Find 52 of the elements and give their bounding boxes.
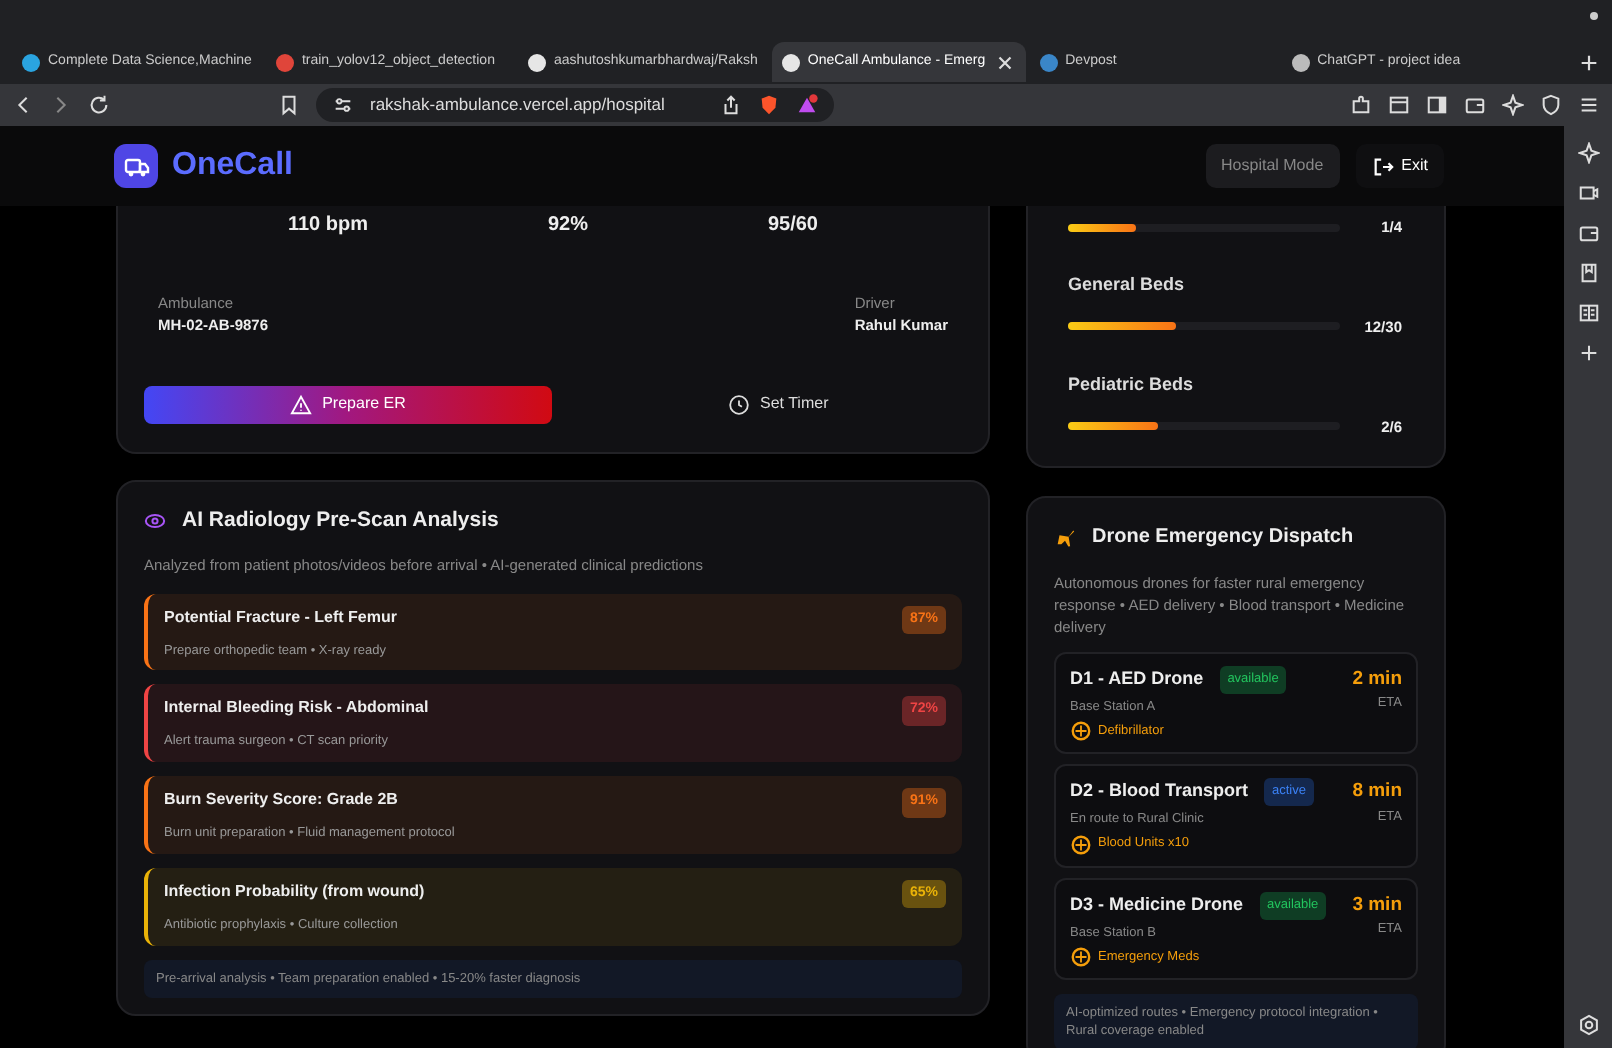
set-timer-button[interactable]: Set Timer xyxy=(716,390,841,418)
puzzle-icon[interactable] xyxy=(1350,94,1372,116)
prepare-er-button[interactable]: Prepare ER xyxy=(144,385,552,423)
clock-icon xyxy=(728,393,750,415)
eta-value: 8 min xyxy=(1352,778,1402,807)
exit-icon xyxy=(1371,155,1394,177)
eye-icon xyxy=(144,509,166,532)
bookmark-icon[interactable] xyxy=(278,94,300,116)
bed-type-label: General Beds xyxy=(1068,272,1187,299)
eta-value: 2 min xyxy=(1352,665,1402,694)
vital-value: 92% xyxy=(547,212,588,240)
triangle-badge-icon[interactable] xyxy=(795,94,817,116)
address-bar[interactable]: rakshak-ambulance.vercel.app/hospital xyxy=(316,88,833,122)
finding-title: Burn Severity Score: Grade 2B xyxy=(164,788,400,812)
add-icon[interactable] xyxy=(1577,342,1599,364)
reload-icon[interactable] xyxy=(88,94,110,116)
menu-icon[interactable] xyxy=(1578,94,1600,116)
drone-name: D3 - Medicine Drone xyxy=(1070,891,1244,918)
wallet-icon[interactable] xyxy=(1464,94,1486,116)
bed-type-label: Pediatric Beds xyxy=(1068,372,1196,398)
close-icon[interactable] xyxy=(993,51,1016,73)
hospital-mode-button[interactable]: Hospital Mode xyxy=(1205,144,1340,188)
drone-name: D2 - Blood Transport xyxy=(1070,778,1249,805)
video-icon[interactable] xyxy=(1577,182,1599,204)
sparkle-icon[interactable] xyxy=(1577,142,1599,164)
vital-value: 95/60 xyxy=(767,212,818,240)
window-dot xyxy=(1590,12,1598,20)
sidebar-icon[interactable] xyxy=(1426,94,1448,116)
section-title: Drone Emergency Dispatch xyxy=(1092,523,1354,552)
finding-title: Infection Probability (from wound) xyxy=(164,879,425,904)
warning-icon xyxy=(290,393,313,415)
section-title: AI Radiology Pre-Scan Analysis xyxy=(182,505,499,535)
brand-name: OneCall xyxy=(172,146,293,186)
wallet-icon[interactable] xyxy=(1577,222,1599,244)
lion-shield-icon[interactable] xyxy=(757,94,779,116)
shield-icon[interactable] xyxy=(1540,94,1562,116)
finding-title: Potential Fracture - Left Femur xyxy=(164,605,397,629)
exit-button[interactable]: Exit xyxy=(1355,144,1444,188)
url-text: rakshak-ambulance.vercel.app/hospital xyxy=(370,92,665,118)
new-tab-icon[interactable] xyxy=(1578,51,1600,73)
site-settings-icon xyxy=(332,94,354,116)
ambulance-logo-icon xyxy=(114,144,158,188)
reading-list-icon[interactable] xyxy=(1577,302,1599,324)
settings-icon[interactable] xyxy=(1577,1014,1599,1036)
drone-name: D1 - AED Drone xyxy=(1070,665,1204,692)
vital-value: 110 bpm xyxy=(287,212,369,240)
share-icon[interactable] xyxy=(719,94,741,116)
window-icon[interactable] xyxy=(1388,94,1410,116)
bookmark-icon[interactable] xyxy=(1577,262,1599,284)
eta-value: 3 min xyxy=(1352,891,1402,920)
finding-title: Internal Bleeding Risk - Abdominal xyxy=(164,696,429,721)
sparkle-icon[interactable] xyxy=(1502,94,1524,116)
